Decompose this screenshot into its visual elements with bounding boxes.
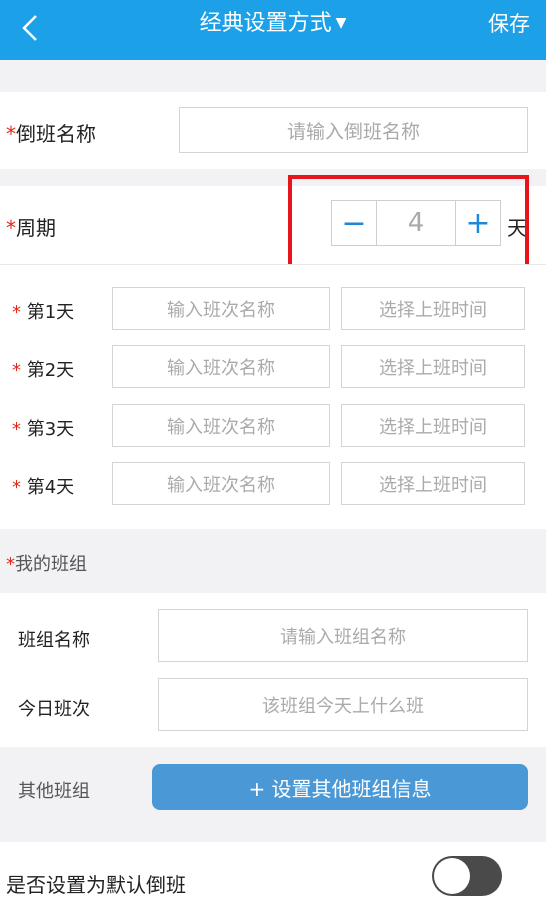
day-2-time-placeholder: 选择上班时间: [379, 357, 487, 379]
divider: [0, 264, 546, 265]
cycle-label: *周期: [6, 212, 56, 241]
cycle-label-text: 周期: [16, 216, 56, 240]
required-mark: *: [6, 122, 16, 146]
today-shift-label: 今日班次: [18, 699, 90, 720]
required-mark: *: [12, 302, 21, 323]
shift-name-section: *倒班名称 请输入倒班名称: [0, 92, 546, 169]
day-1-label: * 第1天: [12, 298, 74, 324]
default-shift-toggle[interactable]: [432, 856, 502, 896]
day-4-label: * 第4天: [12, 473, 74, 499]
my-team-section: 班组名称 请输入班组名称 今日班次 该班组今天上什么班: [0, 593, 546, 747]
day-1-label-text: 第1天: [26, 302, 75, 323]
highlight-box: [288, 175, 529, 270]
required-mark: *: [6, 554, 15, 575]
day-3-name-placeholder: 输入班次名称: [167, 416, 275, 438]
team-name-input[interactable]: 请输入班组名称: [158, 609, 528, 662]
dropdown-triangle-icon: ▼: [335, 15, 347, 31]
team-name-label: 班组名称: [18, 630, 90, 651]
shift-name-label-text: 倒班名称: [16, 122, 96, 146]
shift-name-placeholder: 请输入倒班名称: [286, 120, 420, 143]
today-shift-placeholder: 该班组今天上什么班: [262, 695, 424, 717]
other-team-label: 其他班组: [18, 781, 90, 802]
day-2-label-text: 第2天: [26, 360, 75, 381]
day-3-label: * 第3天: [12, 415, 74, 441]
day-2-label: * 第2天: [12, 356, 74, 382]
toggle-knob: [434, 858, 470, 894]
day-3-time-picker[interactable]: 选择上班时间: [341, 404, 525, 447]
day-1-time-placeholder: 选择上班时间: [379, 299, 487, 321]
required-mark: *: [12, 360, 21, 381]
add-other-team-button[interactable]: + 设置其他班组信息: [152, 764, 528, 810]
team-name-placeholder: 请输入班组名称: [280, 626, 406, 648]
day-4-time-picker[interactable]: 选择上班时间: [341, 462, 525, 505]
top-bar: 经典设置方式 ▼ 保存: [0, 0, 546, 60]
my-team-heading: *我的班组: [6, 550, 87, 576]
days-section: * 第1天 输入班次名称 选择上班时间 * 第2天 输入班次名称 选择上班时间 …: [0, 264, 546, 529]
today-shift-input[interactable]: 该班组今天上什么班: [158, 678, 528, 731]
day-4-shift-name-input[interactable]: 输入班次名称: [112, 462, 330, 505]
day-2-time-picker[interactable]: 选择上班时间: [341, 345, 525, 388]
day-4-name-placeholder: 输入班次名称: [167, 474, 275, 496]
day-3-time-placeholder: 选择上班时间: [379, 416, 487, 438]
page-title-text: 经典设置方式: [199, 11, 332, 36]
my-team-heading-text: 我的班组: [15, 554, 87, 575]
day-1-time-picker[interactable]: 选择上班时间: [341, 287, 525, 330]
day-2-name-placeholder: 输入班次名称: [167, 357, 275, 379]
required-mark: *: [12, 477, 21, 498]
required-mark: *: [6, 216, 16, 240]
day-4-label-text: 第4天: [26, 477, 75, 498]
day-2-shift-name-input[interactable]: 输入班次名称: [112, 345, 330, 388]
day-3-shift-name-input[interactable]: 输入班次名称: [112, 404, 330, 447]
day-1-name-placeholder: 输入班次名称: [167, 299, 275, 321]
page-title[interactable]: 经典设置方式 ▼: [0, 8, 546, 42]
save-button[interactable]: 保存: [488, 8, 530, 40]
day-3-label-text: 第3天: [26, 419, 75, 440]
day-1-shift-name-input[interactable]: 输入班次名称: [112, 287, 330, 330]
shift-name-label: *倒班名称: [6, 118, 96, 147]
default-shift-label: 是否设置为默认倒班: [6, 873, 186, 897]
shift-name-input[interactable]: 请输入倒班名称: [179, 107, 528, 153]
required-mark: *: [12, 419, 21, 440]
day-4-time-placeholder: 选择上班时间: [379, 474, 487, 496]
